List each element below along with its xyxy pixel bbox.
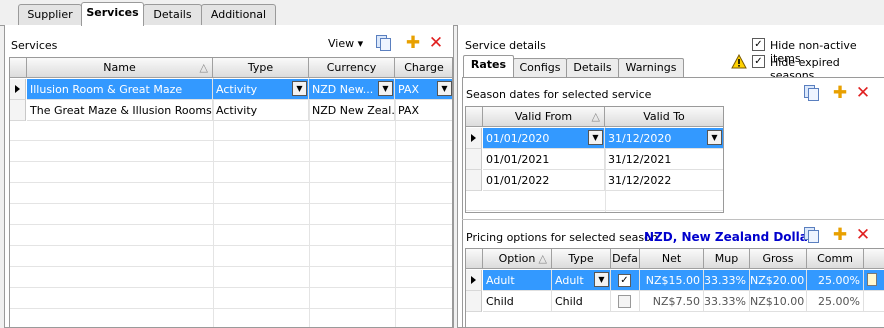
hide-nonactive-checkbox[interactable]: ✓ xyxy=(752,38,765,51)
default-cell[interactable] xyxy=(611,291,640,312)
col-gross[interactable]: Gross xyxy=(750,249,807,269)
option-cell[interactable]: Child xyxy=(483,291,552,312)
col-extra xyxy=(864,249,884,269)
service-currency-cell[interactable]: NZD New Zeal... xyxy=(309,100,395,121)
net-cell[interactable]: NZ$15.00 xyxy=(640,270,704,291)
tab-additional[interactable]: Additional xyxy=(201,4,276,25)
default-checkbox[interactable]: ✓ xyxy=(618,274,631,287)
col-net[interactable]: Net xyxy=(640,249,704,269)
col-valid-from[interactable]: Valid From △ xyxy=(483,107,605,127)
services-title: Services xyxy=(11,39,58,52)
valid-to-cell[interactable]: 31/12/2022 xyxy=(605,170,723,191)
dropdown-arrow-icon[interactable]: ▼ xyxy=(707,130,722,145)
gross-cell[interactable]: NZ$10.00 xyxy=(750,291,807,312)
tab-configs[interactable]: Configs xyxy=(513,58,567,77)
top-tab-bar: Supplier Services Details Additional xyxy=(0,0,884,26)
notes-icon[interactable] xyxy=(867,273,877,286)
default-checkbox[interactable] xyxy=(618,295,631,308)
valid-from-cell[interactable]: 01/01/2020 ▼ xyxy=(483,128,605,149)
gross-cell[interactable]: NZ$20.00 xyxy=(750,270,807,291)
dropdown-arrow-icon[interactable]: ▼ xyxy=(594,272,609,287)
pricing-grid: Option △ Type Defa Net Mup Gross Comm Adu… xyxy=(465,248,884,328)
default-cell[interactable]: ✓ xyxy=(611,270,640,291)
option-cell[interactable]: Adult xyxy=(483,270,552,291)
comm-cell[interactable]: 25.00% xyxy=(807,270,864,291)
service-type-cell[interactable]: Activity xyxy=(213,100,309,121)
col-type[interactable]: Type xyxy=(213,58,309,78)
dropdown-arrow-icon[interactable]: ▼ xyxy=(378,81,393,96)
service-charge-cell[interactable]: PAX xyxy=(395,100,452,121)
col-comm[interactable]: Comm xyxy=(807,249,864,269)
tab-rates[interactable]: Rates xyxy=(463,55,514,77)
season-dates-title: Season dates for selected service xyxy=(466,88,652,101)
hide-expired-checkbox[interactable]: ✓ xyxy=(752,55,765,68)
col-mup[interactable]: Mup xyxy=(704,249,750,269)
row-indicator[interactable] xyxy=(466,128,482,149)
col-option[interactable]: Option △ xyxy=(483,249,552,269)
delete-icon[interactable]: ✕ xyxy=(855,227,871,244)
tab-warnings[interactable]: Warnings xyxy=(618,58,684,77)
mup-cell[interactable]: 33.33% xyxy=(704,291,750,312)
services-grid: Name △ Type Currency Charge Illusion Room… xyxy=(9,57,453,328)
price-type-cell[interactable]: Child xyxy=(552,291,611,312)
service-name-cell[interactable]: Illusion Room & Great Maze xyxy=(27,79,213,100)
add-icon[interactable]: ✚ xyxy=(405,35,421,52)
col-name[interactable]: Name △ xyxy=(27,58,213,78)
mup-cell[interactable]: 33.33% xyxy=(704,270,750,291)
service-type-cell[interactable]: Activity ▼ xyxy=(213,79,309,100)
valid-to-cell[interactable]: 31/12/2020 ▼ xyxy=(605,128,723,149)
season-grid: Valid From △ Valid To 01/01/2020 ▼ 31/12/2… xyxy=(465,106,724,213)
valid-from-cell[interactable]: 01/01/2021 xyxy=(483,149,605,170)
tab-details-sub[interactable]: Details xyxy=(566,58,619,77)
current-row-arrow-icon xyxy=(471,134,476,142)
price-type-cell[interactable]: Adult ▼ xyxy=(552,270,611,291)
dropdown-arrow-icon[interactable]: ▼ xyxy=(292,81,307,96)
delete-icon[interactable]: ✕ xyxy=(855,85,871,102)
net-cell[interactable]: NZ$7.50 xyxy=(640,291,704,312)
col-type[interactable]: Type xyxy=(552,249,611,269)
row-indicator[interactable] xyxy=(466,170,482,191)
dropdown-arrow-icon[interactable]: ▼ xyxy=(588,130,603,145)
warning-icon xyxy=(731,53,747,69)
copy-icon[interactable] xyxy=(376,35,392,51)
copy-icon[interactable] xyxy=(804,85,820,101)
delete-icon[interactable]: ✕ xyxy=(428,35,444,52)
row-header-corner xyxy=(466,107,483,127)
dropdown-arrow-icon[interactable]: ▼ xyxy=(437,81,452,96)
row-indicator[interactable] xyxy=(10,100,26,121)
add-icon[interactable]: ✚ xyxy=(832,227,848,244)
copy-icon[interactable] xyxy=(804,227,820,243)
service-name-cell[interactable]: The Great Maze & Illusion Rooms xyxy=(27,100,213,121)
tab-details[interactable]: Details xyxy=(143,4,202,25)
view-menu[interactable]: View ▾ xyxy=(328,37,363,50)
section-divider xyxy=(462,219,884,220)
current-row-arrow-icon xyxy=(471,276,476,284)
col-charge[interactable]: Charge xyxy=(395,58,452,78)
row-indicator[interactable] xyxy=(466,291,482,312)
row-header-corner xyxy=(466,249,483,269)
pricing-title: Pricing options for selected season. xyxy=(466,231,662,244)
tab-supplier[interactable]: Supplier xyxy=(18,4,82,25)
comm-cell[interactable]: 25.00% xyxy=(807,291,864,312)
row-indicator[interactable] xyxy=(466,270,482,291)
valid-from-cell[interactable]: 01/01/2022 xyxy=(483,170,605,191)
service-charge-cell[interactable]: PAX ▼ xyxy=(395,79,452,100)
tab-services[interactable]: Services xyxy=(81,2,144,26)
valid-to-cell[interactable]: 31/12/2021 xyxy=(605,149,723,170)
service-currency-cell[interactable]: NZD New... ▼ xyxy=(309,79,395,100)
add-icon[interactable]: ✚ xyxy=(832,85,848,102)
col-default[interactable]: Defa xyxy=(611,249,640,269)
current-row-arrow-icon xyxy=(15,85,20,93)
col-valid-to[interactable]: Valid To xyxy=(605,107,723,127)
row-indicator[interactable] xyxy=(10,79,26,100)
service-details-title: Service details xyxy=(465,39,546,52)
row-indicator[interactable] xyxy=(466,149,482,170)
pricing-currency: NZD, New Zealand Dollar xyxy=(644,230,814,244)
notes-cell[interactable] xyxy=(864,270,884,291)
col-currency[interactable]: Currency xyxy=(309,58,395,78)
notes-cell[interactable] xyxy=(864,291,884,312)
row-header-corner xyxy=(10,58,27,78)
